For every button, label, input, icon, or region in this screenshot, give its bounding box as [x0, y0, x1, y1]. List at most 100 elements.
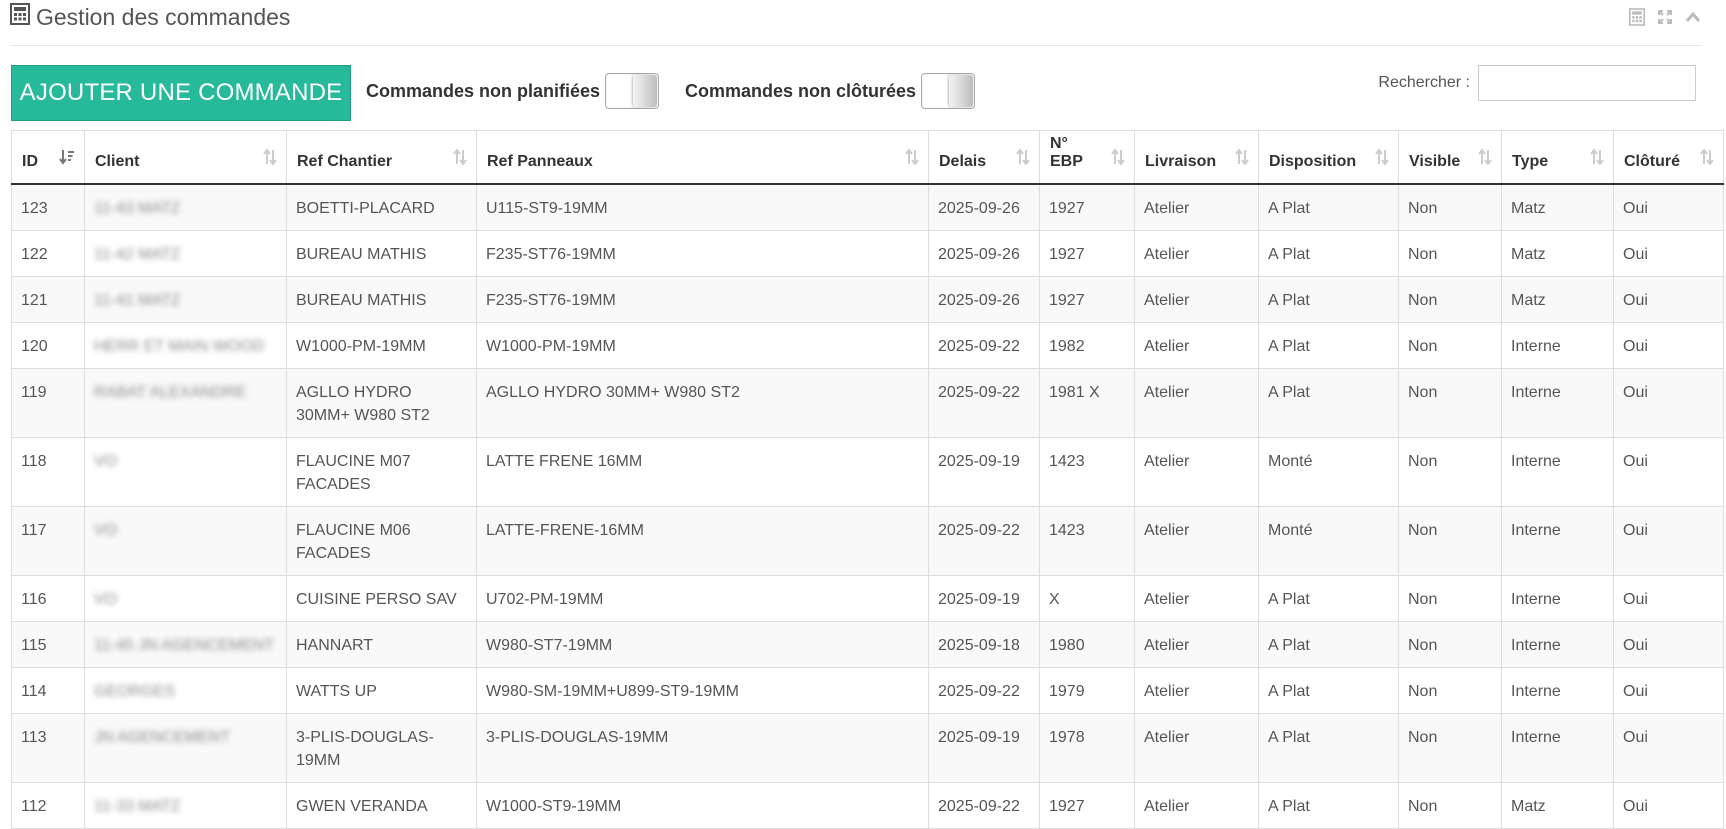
filter-unplanned-label: Commandes non planifiées [366, 80, 601, 101]
table-row[interactable]: 121 11-41 MATZ BUREAU MATHIS F235-ST76-1… [11, 275, 1724, 323]
sort-both-icon [1478, 147, 1492, 170]
column-header-ref-chantier[interactable]: Ref Chantier [286, 130, 477, 185]
table-row[interactable]: 117 VO FLAUCINE M06 FACADES LATTE-FRENE-… [11, 505, 1724, 576]
cell-visible: Non [1398, 712, 1502, 783]
cell-disposition: A Plat [1258, 321, 1399, 369]
filter-unplanned-toggle[interactable] [605, 73, 660, 109]
search-input[interactable] [1478, 65, 1696, 101]
add-order-button[interactable]: AJOUTER UNE COMMANDE [11, 65, 351, 121]
cell-client: 11-33 MATZ [84, 781, 287, 829]
table-row[interactable]: 112 11-33 MATZ GWEN VERANDA W1000-ST9-19… [11, 781, 1724, 829]
orders-table: ID Client Ref Chantier Ref Panneaux Dela… [11, 130, 1724, 829]
sort-both-icon [453, 147, 467, 170]
cell-type: Matz [1501, 183, 1614, 231]
table-row[interactable]: 114 GEORGES WATTS UP W980-SM-19MM+U899-S… [11, 666, 1724, 714]
cell-id: 116 [11, 574, 85, 622]
cell-ref-chantier: BOETTI-PLACARD [286, 183, 477, 231]
cell-livraison: Atelier [1134, 367, 1259, 438]
sort-both-icon [1700, 147, 1714, 170]
panel-title: Gestion des commandes [10, 3, 290, 31]
cell-ref-panneaux: F235-ST76-19MM [476, 275, 929, 323]
cell-type: Interne [1501, 367, 1614, 438]
table-row[interactable]: 115 11-45 JN AGENCEMENT HANNART W980-ST7… [11, 620, 1724, 668]
cell-id: 114 [11, 666, 85, 714]
cell-client: 11-41 MATZ [84, 275, 287, 323]
cell-id: 119 [11, 367, 85, 438]
calculator-icon [10, 3, 30, 31]
table-row[interactable]: 118 VO FLAUCINE M07 FACADES LATTE FRENE … [11, 436, 1724, 507]
cell-ebp: 1927 [1039, 183, 1135, 231]
panel-tools [1628, 8, 1702, 26]
table-row[interactable]: 123 11-43 MATZ BOETTI-PLACARD U115-ST9-1… [11, 183, 1724, 231]
toggle-knob [949, 75, 974, 107]
column-header-id[interactable]: ID [11, 130, 85, 185]
column-header-disposition[interactable]: Disposition [1258, 130, 1399, 185]
table-row[interactable]: 119 RABAT ALEXANDRE AGLLO HYDRO 30MM+ W9… [11, 367, 1724, 438]
table-header-row: ID Client Ref Chantier Ref Panneaux Dela… [11, 130, 1724, 185]
cell-type: Interne [1501, 666, 1614, 714]
cell-ref-chantier: FLAUCINE M06 FACADES [286, 505, 477, 576]
cell-ref-panneaux: W1000-ST9-19MM [476, 781, 929, 829]
search: Rechercher : [1378, 65, 1696, 101]
cell-ref-panneaux: LATTE-FRENE-16MM [476, 505, 929, 576]
cell-cloture: Oui [1613, 183, 1724, 231]
cell-ref-panneaux: LATTE FRENE 16MM [476, 436, 929, 507]
sort-both-icon [1016, 147, 1030, 170]
cell-livraison: Atelier [1134, 183, 1259, 231]
column-header-client[interactable]: Client [84, 130, 287, 185]
cell-delais: 2025-09-22 [928, 367, 1040, 438]
cell-disposition: A Plat [1258, 781, 1399, 829]
cell-ref-panneaux: AGLLO HYDRO 30MM+ W980 ST2 [476, 367, 929, 438]
expand-icon[interactable] [1656, 8, 1674, 26]
column-header-cloture[interactable]: Clôturé [1613, 130, 1724, 185]
filter-unplanned: Commandes non planifiées [366, 73, 660, 109]
cell-livraison: Atelier [1134, 321, 1259, 369]
table-row[interactable]: 122 11-42 MATZ BUREAU MATHIS F235-ST76-1… [11, 229, 1724, 277]
cell-client: 11-43 MATZ [84, 183, 287, 231]
filter-unclosed-toggle[interactable] [921, 73, 976, 109]
cell-visible: Non [1398, 666, 1502, 714]
cell-delais: 2025-09-22 [928, 781, 1040, 829]
cell-visible: Non [1398, 436, 1502, 507]
cell-ebp: X [1039, 574, 1135, 622]
cell-disposition: A Plat [1258, 666, 1399, 714]
cell-ebp: 1927 [1039, 229, 1135, 277]
toolbar: AJOUTER UNE COMMANDE Commandes non plani… [11, 65, 1696, 125]
calculator-icon[interactable] [1628, 8, 1646, 26]
sort-both-icon [1590, 147, 1604, 170]
cell-ebp: 1978 [1039, 712, 1135, 783]
cell-disposition: A Plat [1258, 574, 1399, 622]
column-header-delais[interactable]: Delais [928, 130, 1040, 185]
cell-type: Interne [1501, 574, 1614, 622]
column-header-type[interactable]: Type [1501, 130, 1614, 185]
table-row[interactable]: 120 HERR ET MAIN WOOD W1000-PM-19MM W100… [11, 321, 1724, 369]
cell-ref-chantier: WATTS UP [286, 666, 477, 714]
chevron-up-icon[interactable] [1684, 8, 1702, 26]
cell-ref-panneaux: U115-ST9-19MM [476, 183, 929, 231]
cell-cloture: Oui [1613, 505, 1724, 576]
column-header-ref-panneaux[interactable]: Ref Panneaux [476, 130, 929, 185]
column-header-livraison[interactable]: Livraison [1134, 130, 1259, 185]
cell-id: 123 [11, 183, 85, 231]
cell-type: Matz [1501, 781, 1614, 829]
cell-client: VO [84, 574, 287, 622]
sort-both-icon [1111, 147, 1125, 170]
cell-livraison: Atelier [1134, 229, 1259, 277]
cell-delais: 2025-09-19 [928, 436, 1040, 507]
cell-type: Interne [1501, 436, 1614, 507]
filter-unclosed: Commandes non clôturées [685, 73, 976, 109]
cell-disposition: A Plat [1258, 275, 1399, 323]
table-row[interactable]: 113 JN AGENCEMENT 3-PLIS-DOUGLAS-19MM 3-… [11, 712, 1724, 783]
column-header-visible[interactable]: Visible [1398, 130, 1502, 185]
cell-client: VO [84, 436, 287, 507]
column-header-ebp[interactable]: N° EBP [1039, 130, 1135, 185]
cell-delais: 2025-09-26 [928, 183, 1040, 231]
cell-delais: 2025-09-22 [928, 321, 1040, 369]
table-row[interactable]: 116 VO CUISINE PERSO SAV U702-PM-19MM 20… [11, 574, 1724, 622]
cell-livraison: Atelier [1134, 666, 1259, 714]
cell-ebp: 1981 X [1039, 367, 1135, 438]
cell-disposition: Monté [1258, 436, 1399, 507]
cell-ref-panneaux: 3-PLIS-DOUGLAS-19MM [476, 712, 929, 783]
sort-desc-icon [59, 149, 75, 170]
cell-disposition: A Plat [1258, 712, 1399, 783]
